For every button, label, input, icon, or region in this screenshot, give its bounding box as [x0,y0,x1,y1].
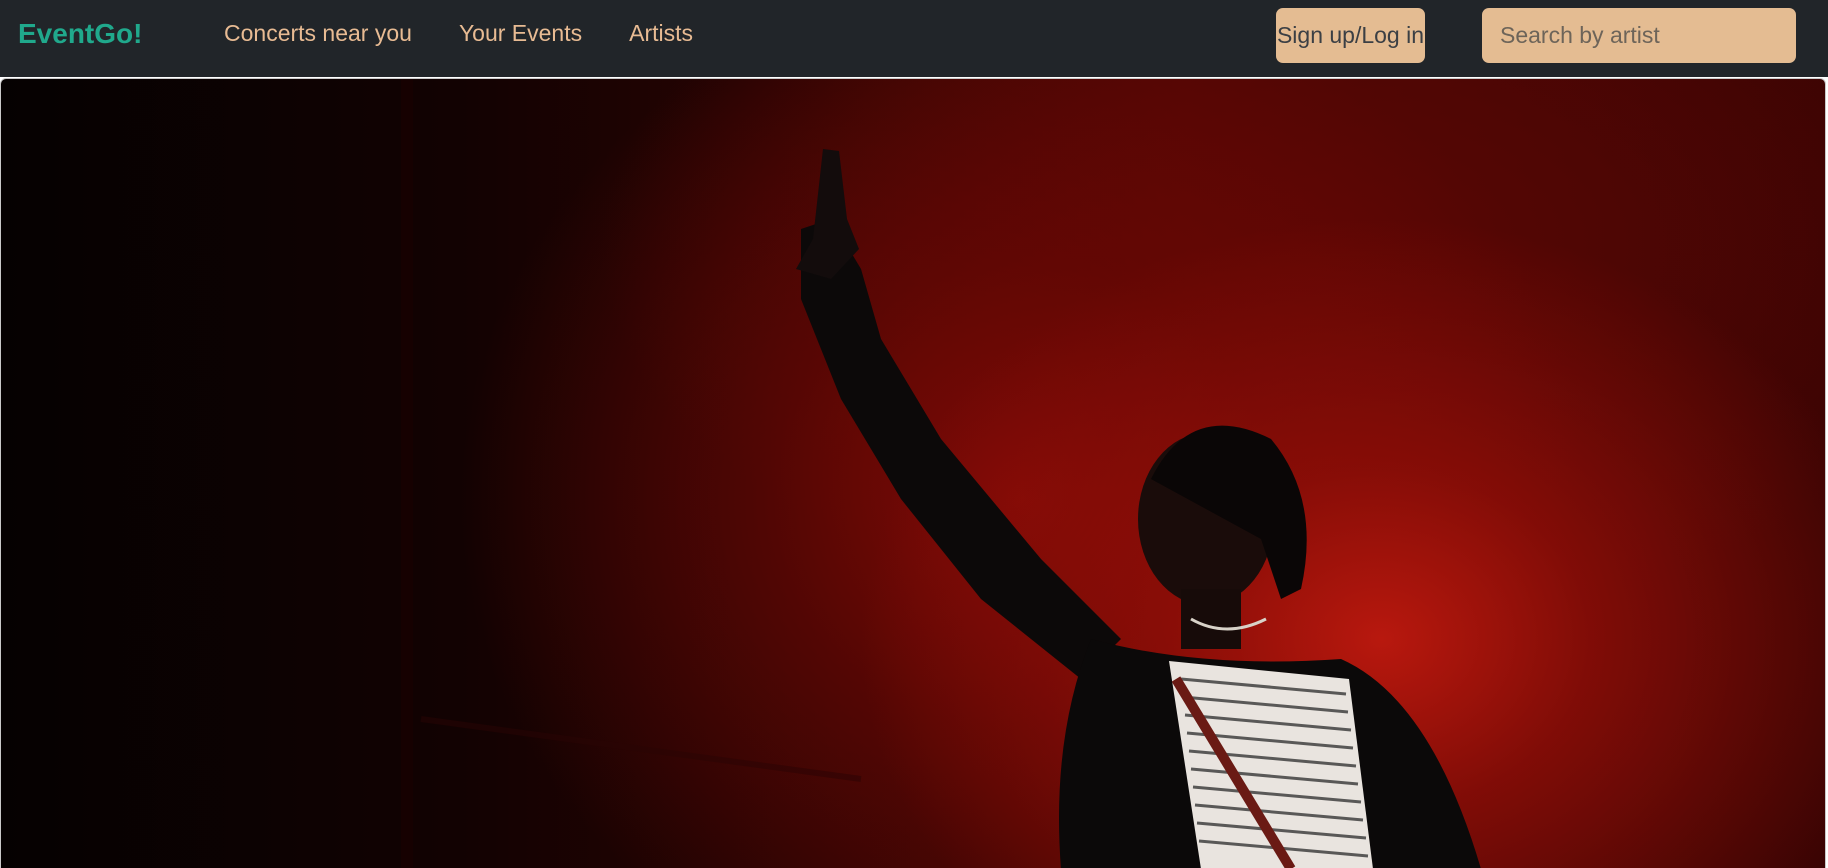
artist-search-input[interactable] [1482,8,1796,63]
hero-image [0,78,1826,868]
nav-link-your-events[interactable]: Your Events [459,20,582,47]
performer-silhouette [401,79,1481,868]
nav-link-artists[interactable]: Artists [629,20,693,47]
top-navbar: EventGo! Concerts near you Your Events A… [0,0,1828,77]
nav-link-concerts-near-you[interactable]: Concerts near you [224,20,412,47]
signup-login-button[interactable]: Sign up/Log in [1276,8,1425,63]
nav-links: Concerts near you Your Events Artists [224,20,693,47]
brand-logo[interactable]: EventGo! [18,18,142,50]
